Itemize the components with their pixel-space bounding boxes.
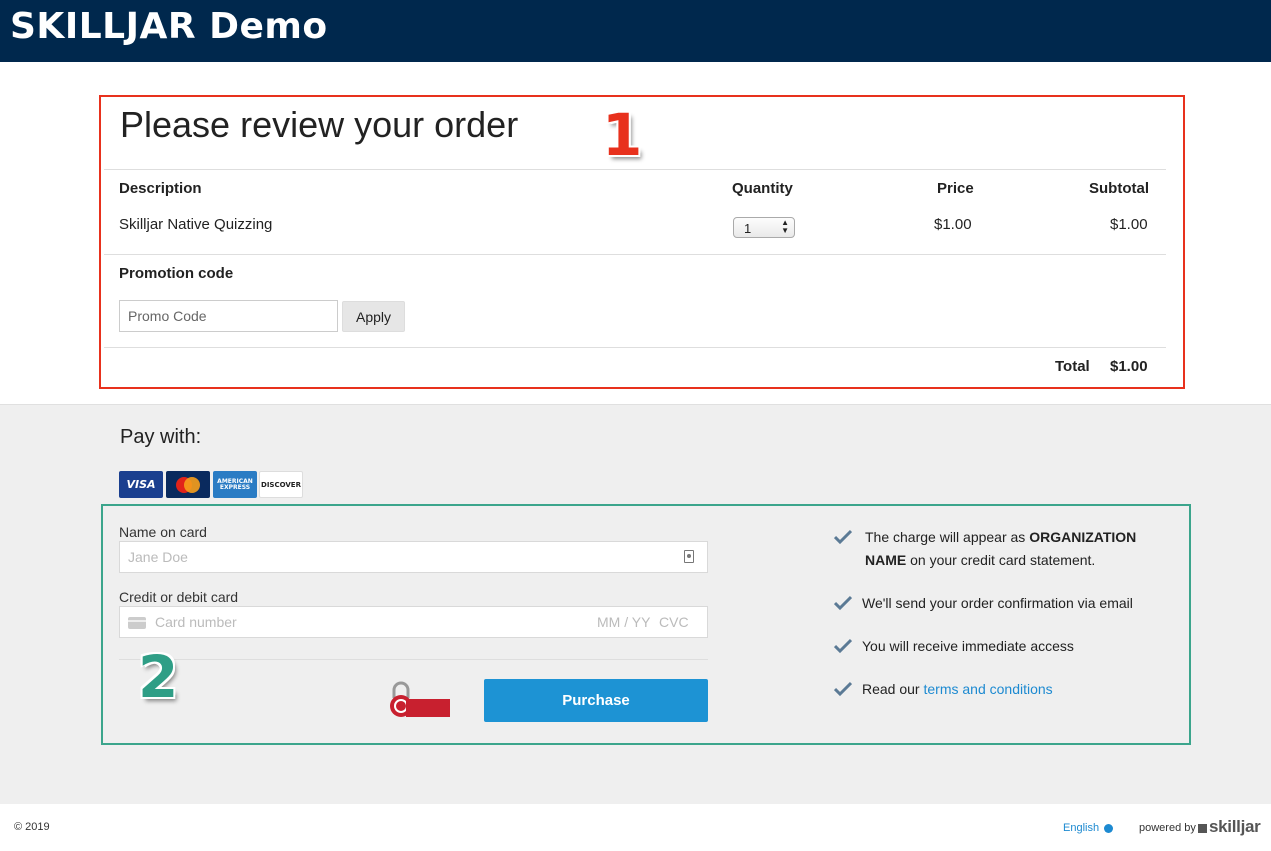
promotion-code-label: Promotion code xyxy=(119,265,234,282)
cvc-placeholder: CVC xyxy=(659,614,689,630)
column-header-description: Description xyxy=(119,180,202,197)
info-access-text: You will receive immediate access xyxy=(862,638,1074,654)
mastercard-circles-icon xyxy=(176,476,200,493)
item-description: Skilljar Native Quizzing xyxy=(119,216,273,233)
promo-code-input[interactable] xyxy=(119,300,338,332)
terms-link[interactable]: terms and conditions xyxy=(923,681,1052,697)
amex-logo: AMERICAN EXPRESS xyxy=(213,471,257,498)
globe-icon[interactable] xyxy=(1104,824,1113,833)
check-icon xyxy=(834,638,852,654)
total-value: $1.00 xyxy=(1110,358,1148,375)
quantity-select[interactable]: 1 ▲ ▼ xyxy=(733,217,795,238)
card-number-field[interactable]: Card number MM / YY CVC xyxy=(119,606,708,638)
card-label: Credit or debit card xyxy=(119,589,239,605)
divider xyxy=(104,169,1166,170)
name-placeholder: Jane Doe xyxy=(128,549,188,565)
quantity-value: 1 xyxy=(744,221,752,236)
divider xyxy=(104,347,1166,348)
credit-card-icon xyxy=(128,617,146,629)
copyright: © 2019 xyxy=(14,821,50,833)
check-icon xyxy=(834,595,852,611)
column-header-price: Price xyxy=(937,180,974,197)
check-icon xyxy=(834,681,852,697)
pay-with-heading: Pay with: xyxy=(120,426,202,448)
language-selector[interactable]: English xyxy=(1063,822,1099,834)
brand-title[interactable]: SKILLJAR Demo xyxy=(10,6,328,47)
mastercard-logo xyxy=(166,471,210,498)
card-number-placeholder: Card number xyxy=(155,614,237,630)
page-title: Please review your order xyxy=(120,104,519,145)
column-header-subtotal: Subtotal xyxy=(1089,180,1149,197)
info-charge-post: on your credit card statement. xyxy=(906,552,1096,568)
divider xyxy=(119,659,708,660)
annotation-marker-2: 2 xyxy=(138,643,179,711)
check-icon xyxy=(834,529,852,545)
total-label: Total xyxy=(1055,358,1090,375)
info-charge-pre: The charge will appear as xyxy=(865,529,1030,545)
info-terms-pre: Read our xyxy=(862,681,924,697)
divider xyxy=(104,254,1166,255)
updown-arrows-icon: ▲ ▼ xyxy=(781,218,789,235)
purchase-button[interactable]: Purchase xyxy=(484,679,708,722)
discover-logo: DISCOVER xyxy=(259,471,303,498)
column-header-quantity: Quantity xyxy=(732,180,793,197)
name-on-card-label: Name on card xyxy=(119,524,207,540)
comodo-secure-badge xyxy=(388,680,450,720)
top-header-bar: SKILLJAR Demo xyxy=(0,0,1271,62)
annotation-marker-1: 1 xyxy=(602,101,643,169)
item-subtotal: $1.00 xyxy=(1110,216,1148,233)
contact-card-icon xyxy=(684,550,694,563)
visa-logo: VISA xyxy=(119,471,163,498)
skilljar-logo[interactable]: skilljar xyxy=(1209,817,1261,837)
skilljar-logo-icon xyxy=(1198,824,1207,833)
info-charge-bold: ORGANIZATION xyxy=(1029,529,1137,545)
name-on-card-field[interactable]: Jane Doe xyxy=(119,541,708,573)
expiry-placeholder: MM / YY xyxy=(597,614,651,630)
padlock-icon xyxy=(390,681,450,717)
powered-by-label: powered by xyxy=(1139,822,1196,834)
apply-button[interactable]: Apply xyxy=(342,301,405,332)
info-charge-bold-2: NAME xyxy=(865,552,907,568)
item-price: $1.00 xyxy=(934,216,972,233)
info-confirmation-text: We'll send your order confirmation via e… xyxy=(862,595,1133,611)
